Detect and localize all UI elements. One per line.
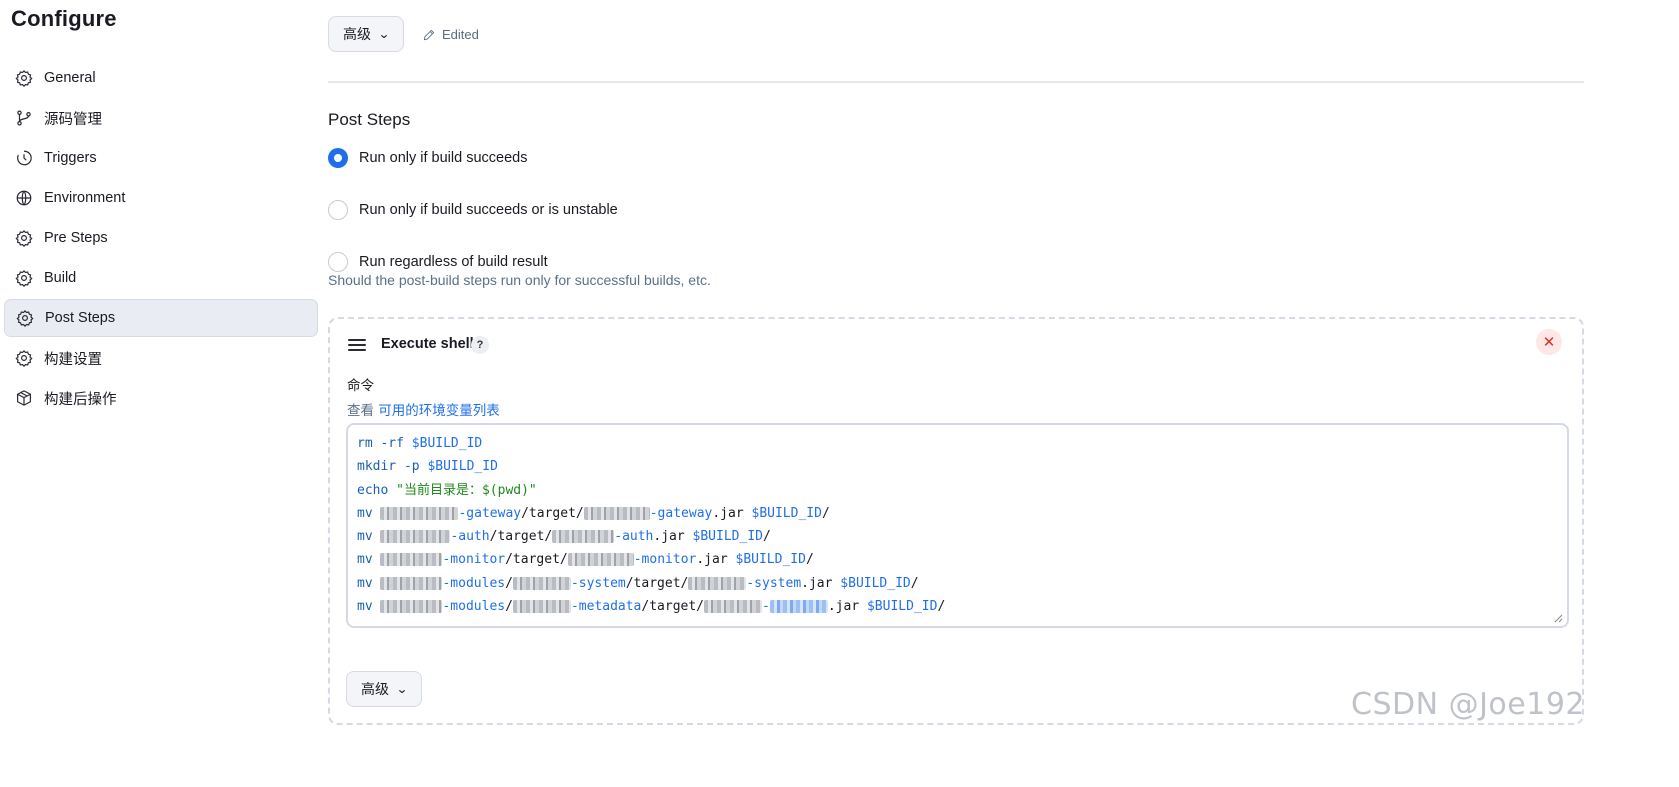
sidebar-item-build[interactable]: Build [4,259,318,297]
section-title: Post Steps [328,110,411,129]
drag-handle-icon[interactable] [348,339,366,353]
env-vars-hint: 查看 可用的环境变量列表 [347,399,500,419]
code-line: mv -modules/-system/target/-system.jar $… [357,575,919,591]
sidebar-item-label: Post Steps [45,310,116,326]
section-divider [328,81,1584,83]
advanced-button-label: 高级 [361,682,389,698]
chevron-down-icon: ⌄ [395,682,409,696]
execute-shell-card: Execute shell ? ✕ 命令 查看 可用的环境变量列表 rm -rf… [328,317,1584,725]
watermark: CSDN @Joe192 [1351,687,1585,722]
sidebar-item-label: 构建设置 [44,351,102,368]
radio-label: Run only if build succeeds [359,150,528,166]
sidebar-item-pre-steps[interactable]: Pre Steps [4,219,318,257]
pencil-icon [423,29,435,40]
sidebar-item-source-control[interactable]: 源码管理 [4,99,318,137]
page-title: Configure [11,6,117,31]
env-vars-prefix: 查看 [347,403,379,419]
radio-run-regardless[interactable]: Run regardless of build result [328,252,548,272]
help-text: Should the post-build steps run only for… [328,272,711,288]
package-icon [14,388,34,408]
edited-label: Edited [442,27,479,42]
sidebar-item-post-build-actions[interactable]: 构建后操作 [4,379,318,417]
code-line: mv -auth/target/-auth.jar $BUILD_ID/ [357,529,771,545]
code-line: mv -monitor/target/-monitor.jar $BUILD_I… [357,552,814,568]
sidebar-item-label: Environment [44,190,126,206]
radio-button[interactable] [328,200,348,220]
close-icon[interactable]: ✕ [1536,329,1562,355]
code-line: mv -gateway/target/-gateway.jar $BUILD_I… [357,505,830,521]
sidebar-item-label: Triggers [44,150,97,166]
code-line: rm -rf $BUILD_ID [357,436,483,451]
sidebar-item-environment[interactable]: Environment [4,179,318,217]
sidebar-item-general[interactable]: General [4,59,318,97]
radio-button-checked[interactable] [328,148,348,168]
code-line: mkdir -p $BUILD_ID [357,459,498,475]
sidebar-item-post-steps[interactable]: Post Steps [4,299,318,337]
code-line: echo "当前目录是：$(pwd)" [357,482,537,498]
edited-indicator: Edited [422,27,479,42]
radio-run-if-success-or-unstable[interactable]: Run only if build succeeds or is unstabl… [328,200,618,220]
sidebar: Configure General 源码管理 Triggers Environm… [0,0,318,787]
main-content: 高级 ⌄ Edited Post Steps Run only if build… [328,0,1612,787]
sidebar-item-label: 源码管理 [44,111,102,128]
card-title: Execute shell [381,336,474,352]
clock-icon [14,148,34,168]
gear-icon [14,68,34,88]
advanced-button-label: 高级 [343,27,371,43]
gear-icon [15,308,35,328]
code-line: mv -modules/-metadata/target/- .jar $BUIL… [357,599,946,615]
command-label: 命令 [347,378,374,394]
globe-icon [14,188,34,208]
sidebar-item-label: Pre Steps [44,230,108,246]
sidebar-item-label: General [44,70,96,86]
radio-run-if-success[interactable]: Run only if build succeeds [328,148,527,168]
radio-label: Run only if build succeeds or is unstabl… [359,202,618,218]
branch-icon [14,108,34,128]
sidebar-item-label: Build [44,270,77,286]
advanced-button[interactable]: 高级 ⌄ [328,16,405,52]
gear-icon [14,348,34,368]
sidebar-item-triggers[interactable]: Triggers [4,139,318,177]
command-textarea[interactable]: rm -rf $BUILD_ID mkdir -p $BUILD_ID echo… [346,423,1569,628]
radio-button[interactable] [328,252,348,272]
sidebar-item-build-settings[interactable]: 构建设置 [4,339,318,377]
radio-label: Run regardless of build result [359,254,548,270]
resize-handle-icon[interactable] [1553,613,1563,623]
gear-icon [14,268,34,288]
sidebar-nav: General 源码管理 Triggers Environment Pre St… [4,59,318,419]
help-icon[interactable]: ? [471,336,489,354]
sidebar-item-label: 构建后操作 [44,391,117,408]
shell-advanced-button[interactable]: 高级 ⌄ [346,671,423,707]
env-vars-link[interactable]: 可用的环境变量列表 [378,403,500,419]
gear-icon [14,228,34,248]
chevron-down-icon: ⌄ [377,27,391,41]
